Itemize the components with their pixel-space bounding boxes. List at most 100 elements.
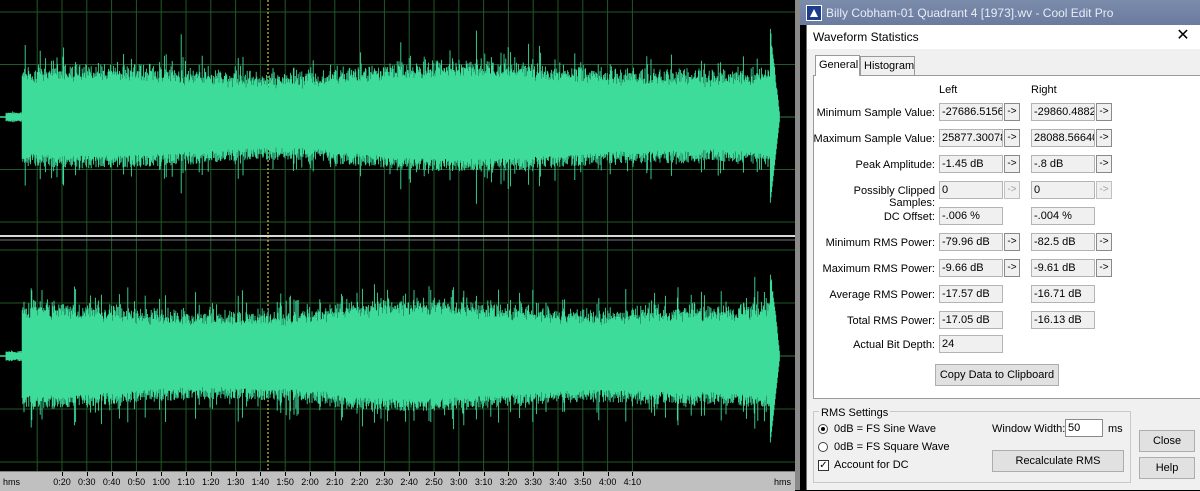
minimum-rms-power-right-field: -82.5 dB [1031,233,1095,251]
maximum-rms-power-left-goto-button[interactable]: -> [1004,259,1020,277]
time-format-left: hms [3,477,21,487]
waveform-statistics-dialog: Waveform Statistics ✕ General Histogram … [806,25,1200,490]
tick-mark [359,472,361,476]
tick-label: 1:30 [226,477,245,487]
left-column-header: Left [939,84,958,96]
peak-amplitude-right-field: -.8 dB [1031,155,1095,173]
app-title: Billy Cobham-01 Quadrant 4 [1973].wv - C… [826,6,1114,20]
minimum-rms-power-label: Minimum RMS Power: [825,237,935,249]
right-channel-waveform[interactable] [5,274,780,443]
tick-label: 0:20 [53,477,71,487]
maximum-sample-value-left-field: 25877.30078 [939,129,1003,147]
bit-depth-field: 24 [939,335,1003,353]
maximum-rms-power-label: Maximum RMS Power: [822,263,935,275]
peak-amplitude-right-goto-button[interactable]: -> [1096,155,1112,173]
maximum-sample-value-label: Maximum Sample Value: [813,133,935,145]
tick-label: 0:50 [127,477,146,487]
account-for-dc-checkbox[interactable]: ✓ [818,460,829,471]
window-width-input[interactable]: 50 [1065,419,1103,437]
total-rms-power-right-field: -16.13 dB [1031,311,1095,329]
window-width-unit: ms [1108,423,1123,435]
left-channel-waveform[interactable] [5,28,780,204]
sine-wave-label: 0dB = FS Sine Wave [834,423,937,435]
minimum-sample-value-right-field: -29860.48828 [1031,103,1095,121]
tick-label: 3:40 [549,477,567,487]
average-rms-power-left-field: -17.57 dB [939,285,1003,303]
minimum-rms-power-left-goto-button[interactable]: -> [1004,233,1020,251]
tick-label: 2:00 [301,477,319,487]
window-width-label: Window Width: [992,423,1066,435]
app-title-bar: Billy Cobham-01 Quadrant 4 [1973].wv - C… [800,0,1200,25]
dialog-title: Waveform Statistics [813,30,919,44]
rms-settings-legend: RMS Settings [819,407,891,419]
tick-label: 2:30 [375,477,394,487]
dialog-title-bar: Waveform Statistics ✕ [807,25,1200,49]
vertical-scrollbar[interactable] [795,0,800,490]
waveform-editor[interactable]: hms 0:20 0:30 0:40 0:50 1:00 1:10 1:20 1:30 1:40… [0,0,795,491]
tick-mark [161,472,163,476]
minimum-sample-value-left-goto-button[interactable]: -> [1004,103,1020,121]
square-wave-label: 0dB = FS Square Wave [834,441,950,453]
tick-label: 1:50 [276,477,294,487]
tick-label: 2:50 [425,477,443,487]
average-rms-power-label: Average RMS Power: [829,289,935,301]
tick-label: 1:00 [152,477,170,487]
maximum-sample-value-right-goto-button[interactable]: -> [1096,129,1112,147]
tab-general[interactable]: General [815,55,860,76]
minimum-rms-power-left-field: -79.96 dB [939,233,1003,251]
time-ruler[interactable]: hms 0:20 0:30 0:40 0:50 1:00 1:10 1:20 1:30 1:40… [0,471,795,491]
dc-offset-left-field: -.006 % [939,207,1003,225]
close-button[interactable]: Close [1139,430,1195,452]
tick-mark [607,472,609,476]
tick-label: 3:00 [450,477,468,487]
tick-label: 1:20 [202,477,220,487]
tick-label: 3:10 [474,477,493,487]
tick-label: 0:40 [102,477,121,487]
tick-label: 0:30 [78,477,96,487]
possibly-clipped-samples-right-goto-button[interactable]: -> [1096,181,1112,199]
right-column-header: Right [1031,84,1057,96]
peak-amplitude-label: Peak Amplitude: [855,159,936,171]
recalculate-rms-button[interactable]: Recalculate RMS [992,450,1124,472]
possibly-clipped-samples-left-goto-button[interactable]: -> [1004,181,1020,199]
maximum-rms-power-right-goto-button[interactable]: -> [1096,259,1112,277]
waveform-display[interactable] [0,0,795,471]
square-wave-radio[interactable] [818,442,828,452]
tick-mark [310,472,311,476]
tick-label: 4:10 [623,477,642,487]
tick-label: 2:20 [350,477,369,487]
sine-wave-radio[interactable] [818,424,828,434]
minimum-sample-value-label: Minimum Sample Value: [816,107,935,119]
copy-to-clipboard-button[interactable]: Copy Data to Clipboard [935,364,1059,386]
help-button[interactable]: Help [1139,457,1195,479]
total-rms-power-label: Total RMS Power: [846,315,935,327]
tick-mark [210,472,212,476]
tick-mark [111,472,113,476]
tick-mark [62,472,63,476]
tick-mark [483,472,485,476]
tick-mark [409,472,411,476]
peak-amplitude-left-goto-button[interactable]: -> [1004,155,1020,173]
tab-histogram[interactable]: Histogram [860,56,915,75]
dc-offset-right-field: -.004 % [1031,207,1095,225]
tick-label: 3:20 [499,477,518,487]
tick-mark [458,472,460,476]
peak-amplitude-left-field: -1.45 dB [939,155,1003,173]
tick-mark [136,472,138,476]
tick-label: 1:40 [251,477,270,487]
maximum-sample-value-left-goto-button[interactable]: -> [1004,129,1020,147]
bit-depth-label: Actual Bit Depth: [853,339,935,351]
tick-label: 2:40 [400,477,418,487]
maximum-rms-power-left-field: -9.66 dB [939,259,1003,277]
tick-mark [260,472,262,476]
minimum-sample-value-right-goto-button[interactable]: -> [1096,103,1112,121]
close-icon[interactable]: ✕ [1175,27,1191,45]
tick-mark [285,472,287,476]
tick-label: 3:50 [574,477,592,487]
tick-mark [632,472,634,476]
tick-mark [235,472,237,476]
possibly-clipped-samples-left-field: 0 [939,181,1003,199]
account-for-dc-label: Account for DC [834,459,909,471]
tick-mark [558,472,559,476]
minimum-rms-power-right-goto-button[interactable]: -> [1096,233,1112,251]
